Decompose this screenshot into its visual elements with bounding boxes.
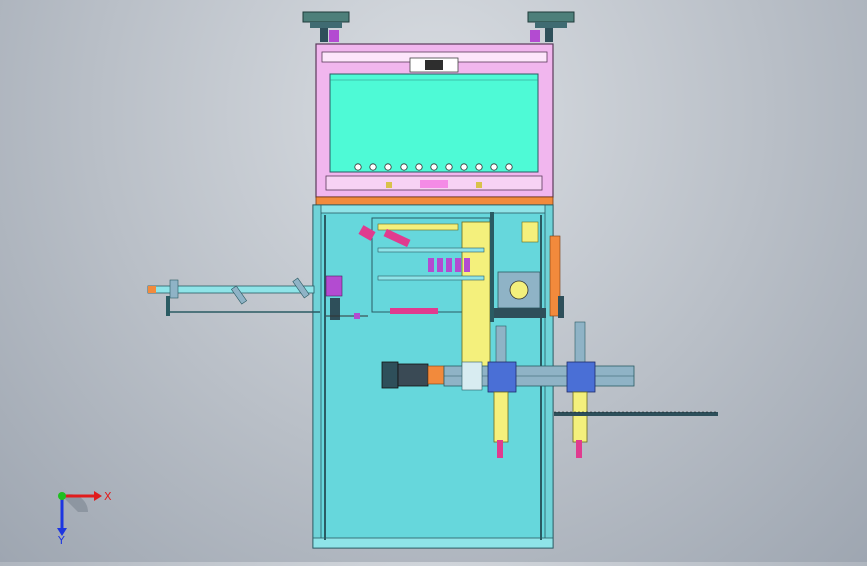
gripper-head-right <box>566 321 596 458</box>
output-chain-conveyor <box>554 411 718 416</box>
origin-dot <box>58 492 66 500</box>
x-axis-label: X <box>104 490 112 503</box>
y-axis-label: Y <box>57 534 65 546</box>
top-caster-left <box>302 11 350 42</box>
upper-enclosure <box>315 43 554 206</box>
left-feed-arm <box>147 277 320 316</box>
cad-viewport[interactable]: X Y <box>0 0 867 562</box>
assembly-drawing[interactable] <box>0 0 867 562</box>
coordinate-triad[interactable]: X Y <box>48 482 112 547</box>
top-caster-right <box>527 11 575 42</box>
coordinate-triad-icon: X Y <box>57 490 112 547</box>
x-axis-arrowhead <box>94 491 102 501</box>
